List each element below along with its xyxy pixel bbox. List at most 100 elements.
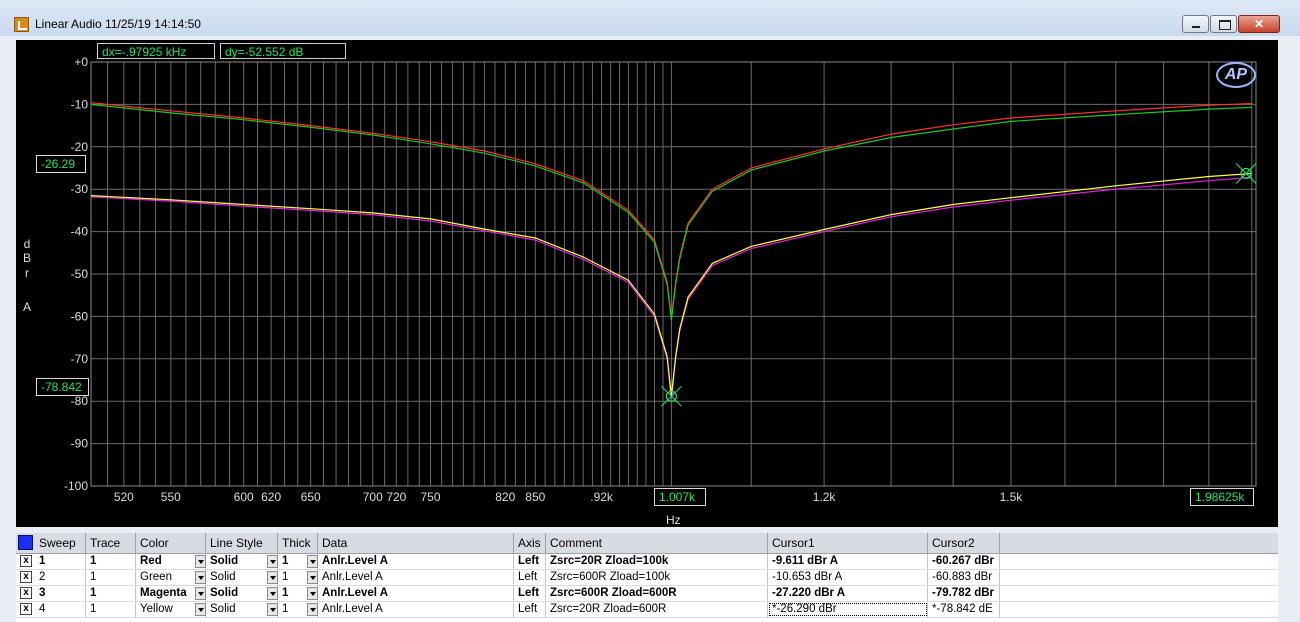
axis-cell[interactable]: Left [514, 570, 546, 585]
app-icon [14, 17, 29, 32]
cursor1-cell: -9.611 dBr A [768, 554, 928, 569]
cursor-markers [661, 163, 1257, 407]
x-axis-ticks: 520 550 600 620 650 700 720 750 820 850 .92k 1.2k 1.… [114, 490, 1023, 504]
line-style-dropdown-button[interactable] [267, 555, 278, 568]
trace-table[interactable]: Sweep Trace Color Line Style Thick Data … [16, 533, 1278, 622]
trace-cell: 1 [86, 570, 136, 585]
col-cursor2[interactable]: Cursor2 [928, 533, 1000, 553]
x-tick-label: 1.2k [813, 490, 837, 504]
title-bar: Linear Audio 11/25/19 14:14:50 [0, 0, 1300, 36]
cursor1-cell[interactable]: *-26.290 dBr [768, 602, 928, 617]
graph-panel[interactable]: +0 -10 -20 -30 -40 -50 -60 -70 -80 -90 -100 520 550… [16, 40, 1278, 527]
y-axis-label-r: r [25, 266, 29, 280]
x-tick-label: 820 [495, 490, 515, 504]
select-all-button[interactable] [18, 535, 33, 550]
close-button[interactable] [1238, 15, 1280, 33]
cursor-dy-readout: dy=-52.552 dB [220, 43, 346, 59]
sweep-cell: 1 [35, 554, 86, 569]
col-axis[interactable]: Axis [514, 533, 546, 553]
y-tick-label: -30 [71, 182, 89, 196]
maximize-button[interactable] [1210, 15, 1237, 33]
color-dropdown-button[interactable] [195, 571, 206, 584]
row-checkbox[interactable]: x [20, 555, 32, 567]
x-axis-label: Hz [666, 513, 681, 527]
plot-area[interactable]: +0 -10 -20 -30 -40 -50 -60 -70 -80 -90 -100 520 550… [16, 40, 1278, 527]
table-row[interactable]: x 2 1 Green Solid 1 Anlr.Level A Left Zs… [16, 570, 1278, 586]
cursor1-cell: -27.220 dBr A [768, 586, 928, 601]
axis-cell[interactable]: Left [514, 602, 546, 617]
comment-cell[interactable]: Zsrc=600R Zload=100k [546, 570, 768, 585]
x-tick-label: 850 [525, 490, 545, 504]
x-tick-label: 1.5k [1000, 490, 1024, 504]
comment-cell[interactable]: Zsrc=20R Zload=600R [546, 602, 768, 617]
col-comment[interactable]: Comment [546, 533, 768, 553]
col-color[interactable]: Color [136, 533, 206, 553]
axis-cell[interactable]: Left [514, 554, 546, 569]
x-tick-label: 550 [161, 490, 181, 504]
color-dropdown-button[interactable] [195, 587, 206, 600]
x-tick-label: 750 [421, 490, 441, 504]
y-axis-label-a: A [22, 300, 31, 314]
y-tick-label: -60 [71, 309, 89, 323]
row-checkbox[interactable]: x [20, 587, 32, 599]
cursor2-cell: -79.782 dBr [928, 586, 1000, 601]
y-tick-label: -10 [71, 97, 89, 111]
minimize-button[interactable] [1182, 15, 1209, 33]
trace-cell: 1 [86, 586, 136, 601]
thick-dropdown-button[interactable] [307, 571, 318, 584]
axis-cell[interactable]: Left [514, 586, 546, 601]
data-cell[interactable]: Anlr.Level A [318, 570, 514, 585]
cursor1-x-flag[interactable]: 1.007k [654, 488, 706, 506]
table-header: Sweep Trace Color Line Style Thick Data … [16, 533, 1278, 554]
x-tick-label: 720 [386, 490, 406, 504]
cursor2-y-flag[interactable]: -78.842 [36, 378, 89, 396]
col-line-style[interactable]: Line Style [206, 533, 278, 553]
grid-lines [90, 61, 1257, 487]
cursor-dx-readout: dx=-.97925 kHz [97, 43, 215, 59]
y-tick-label: -70 [71, 352, 89, 366]
trace-cell: 1 [86, 554, 136, 569]
color-dropdown-button[interactable] [195, 603, 206, 616]
cursor1-y-flag[interactable]: -26.29 [36, 155, 86, 173]
data-cell[interactable]: Anlr.Level A [318, 602, 514, 617]
comment-cell[interactable]: Zsrc=20R Zload=100k [546, 554, 768, 569]
col-thick[interactable]: Thick [278, 533, 318, 553]
sweep-cell: 4 [35, 602, 86, 617]
cursor2-cell: -60.267 dBr [928, 554, 1000, 569]
x-tick-label: .92k [590, 490, 614, 504]
thick-dropdown-button[interactable] [307, 603, 318, 616]
col-cursor1[interactable]: Cursor1 [768, 533, 928, 553]
thick-dropdown-button[interactable] [307, 587, 318, 600]
line-style-dropdown-button[interactable] [267, 603, 278, 616]
cursor2-cell: *-78.842 dE [928, 602, 1000, 617]
sweep-cell: 3 [35, 586, 86, 601]
y-axis-label-d: d [23, 237, 31, 251]
x-tick-label: 600 [234, 490, 254, 504]
cursor2-x-flag[interactable]: 1.98625k [1190, 488, 1254, 506]
y-axis-ticks: +0 -10 -20 -30 -40 -50 -60 -70 -80 -90 -100 [64, 55, 88, 493]
col-trace[interactable]: Trace [86, 533, 136, 553]
thick-dropdown-button[interactable] [307, 555, 318, 568]
data-cell[interactable]: Anlr.Level A [318, 586, 514, 601]
cursor2-cell: -60.883 dBr [928, 570, 1000, 585]
ap-logo: AP [1216, 62, 1256, 88]
row-checkbox[interactable]: x [20, 571, 32, 583]
table-row[interactable]: x 3 1 Magenta Solid 1 Anlr.Level A Left … [16, 586, 1278, 602]
x-tick-label: 700 [363, 490, 383, 504]
row-checkbox[interactable]: x [20, 603, 32, 615]
x-tick-label: 620 [261, 490, 281, 504]
y-tick-label: +0 [74, 55, 88, 69]
col-data[interactable]: Data [318, 533, 514, 553]
line-style-dropdown-button[interactable] [267, 571, 278, 584]
line-style-dropdown-button[interactable] [267, 587, 278, 600]
y-tick-label: -40 [71, 225, 89, 239]
sweep-cell: 2 [35, 570, 86, 585]
x-tick-label: 650 [301, 490, 321, 504]
table-row[interactable]: x 1 1 Red Solid 1 Anlr.Level A Left Zsrc… [16, 554, 1278, 570]
table-row[interactable]: x 4 1 Yellow Solid 1 Anlr.Level A Left Z… [16, 602, 1278, 618]
window-title: Linear Audio 11/25/19 14:14:50 [35, 17, 201, 31]
col-sweep[interactable]: Sweep [35, 533, 86, 553]
color-dropdown-button[interactable] [195, 555, 206, 568]
data-cell[interactable]: Anlr.Level A [318, 554, 514, 569]
comment-cell[interactable]: Zsrc=600R Zload=600R [546, 586, 768, 601]
